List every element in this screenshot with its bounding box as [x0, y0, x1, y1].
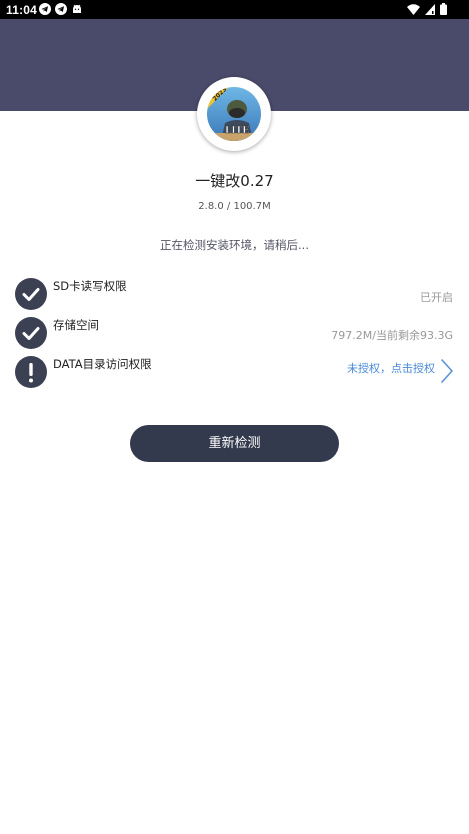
check-label: 存储空间: [53, 318, 99, 332]
notification-icons: [39, 3, 83, 18]
check-status: 797.2M/当前剩余93.3G: [331, 329, 453, 342]
check-label: SD卡读写权限: [53, 279, 127, 293]
app-icon: 2023 LITE: [207, 87, 261, 141]
check-label: DATA目录访问权限: [53, 357, 152, 371]
wifi-icon: [407, 3, 420, 18]
check-row-sd-permission: SD卡读写权限 已开启: [0, 278, 469, 312]
telegram-icon: [39, 3, 51, 15]
signal-icon: [425, 3, 435, 18]
recheck-button[interactable]: 重新检测: [130, 425, 339, 462]
status-bar: 11:04: [0, 0, 469, 19]
authorize-link[interactable]: 未授权，点击授权: [347, 360, 435, 376]
android-icon: [71, 3, 83, 18]
status-time: 11:04: [6, 3, 38, 17]
check-row-storage: 存储空间 797.2M/当前剩余93.3G: [0, 317, 469, 351]
detection-status-message: 正在检测安装环境，请稍后...: [160, 238, 309, 252]
telegram-icon: [55, 3, 67, 15]
svg-text:LITE: LITE: [225, 126, 249, 136]
app-title: 一键改0.27: [195, 172, 274, 190]
system-icons: [407, 3, 447, 18]
chevron-right-icon[interactable]: [440, 358, 454, 388]
checkmark-icon: [15, 278, 47, 310]
check-status: 已开启: [420, 291, 453, 304]
warning-icon: [15, 356, 47, 388]
checkmark-icon: [15, 317, 47, 349]
battery-icon: [440, 3, 447, 18]
app-icon-frame: 2023 LITE: [197, 77, 271, 151]
app-version: 2.8.0 / 100.7M: [198, 201, 271, 212]
check-row-data-permission[interactable]: DATA目录访问权限 未授权，点击授权: [0, 356, 469, 390]
